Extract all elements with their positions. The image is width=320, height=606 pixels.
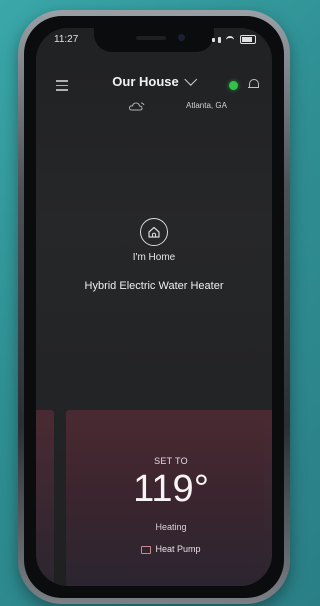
wifi-icon	[226, 35, 234, 44]
bell-icon[interactable]	[248, 78, 259, 90]
set-to-label: SET TO	[154, 456, 188, 466]
signal-icon	[218, 36, 221, 43]
next-card[interactable]	[264, 410, 272, 586]
app-header: Our House Atlanta, GA	[36, 70, 272, 111]
status-time: 11:27	[54, 34, 79, 45]
home-mode-button[interactable]	[140, 218, 168, 246]
menu-icon[interactable]	[56, 80, 68, 91]
setpoint-card[interactable]: SET TO 119° Heating Heat Pump	[66, 410, 272, 586]
weather-row: Atlanta, GA	[36, 100, 272, 114]
phone-frame: 11:27 Our House Atlanta, GA I'm Home Hyb…	[18, 10, 290, 604]
phone-notch	[94, 28, 214, 52]
speaker-icon	[136, 36, 166, 40]
house-title: Our House	[112, 74, 179, 89]
heating-status: Heating	[155, 522, 187, 532]
status-dot-icon	[229, 81, 238, 90]
previous-card[interactable]	[36, 410, 54, 586]
battery-icon	[240, 35, 256, 44]
app-screen: 11:27 Our House Atlanta, GA I'm Home Hyb…	[36, 28, 272, 586]
device-name: Hybrid Electric Water Heater	[84, 280, 224, 292]
phone-bezel: 11:27 Our House Atlanta, GA I'm Home Hyb…	[24, 16, 284, 598]
signal-icon	[212, 37, 215, 42]
house-selector[interactable]: Our House	[112, 73, 198, 89]
location-label: Atlanta, GA	[186, 101, 227, 110]
operation-mode[interactable]: Heat Pump	[66, 544, 272, 554]
cloud-icon	[128, 102, 145, 111]
house-icon	[148, 226, 160, 238]
status-icons	[212, 35, 256, 44]
camera-icon	[178, 34, 185, 41]
operation-mode-label: Heat Pump	[155, 544, 201, 554]
heat-pump-icon	[141, 544, 152, 554]
temperature-value: 119°	[133, 468, 209, 510]
home-mode-label: I'm Home	[132, 252, 176, 263]
chevron-down-icon	[184, 73, 198, 86]
